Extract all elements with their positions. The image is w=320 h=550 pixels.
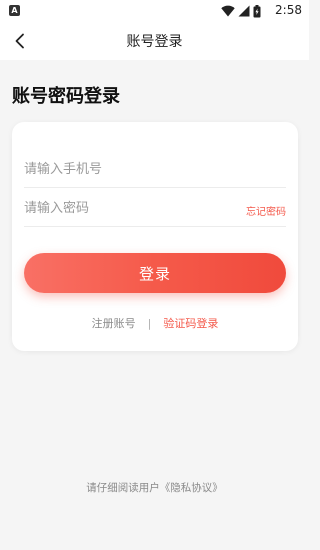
status-bar: A 2:58 (0, 0, 309, 22)
privacy-policy-link[interactable]: 《隐私协议》 (160, 482, 223, 494)
login-button[interactable]: 登录 (24, 253, 286, 293)
phone-field (24, 150, 286, 188)
privacy-agreement: 请仔细阅读用户《隐私协议》 (0, 480, 309, 495)
app-notification-icon: A (9, 5, 20, 16)
alt-links-row: 注册账号 | 验证码登录 (12, 315, 298, 331)
password-input[interactable] (24, 197, 239, 219)
nav-bar: 账号登录 (0, 22, 309, 60)
forgot-password-link[interactable]: 忘记密码 (246, 203, 286, 218)
sms-login-link[interactable]: 验证码登录 (163, 315, 218, 331)
status-time: 2:58 (275, 3, 302, 17)
wifi-icon (221, 5, 235, 17)
login-card: 忘记密码 登录 注册账号 | 验证码登录 (12, 122, 298, 351)
battery-icon (253, 4, 261, 17)
link-divider: | (147, 316, 152, 330)
status-icons (221, 4, 261, 18)
signal-icon (238, 5, 250, 17)
agreement-prefix: 请仔细阅读用户 (86, 482, 160, 494)
page-title: 账号登录 (126, 34, 183, 50)
register-link[interactable]: 注册账号 (92, 315, 136, 331)
login-heading: 账号密码登录 (12, 86, 120, 107)
phone-input[interactable] (24, 158, 239, 180)
password-field: 忘记密码 (24, 189, 286, 227)
